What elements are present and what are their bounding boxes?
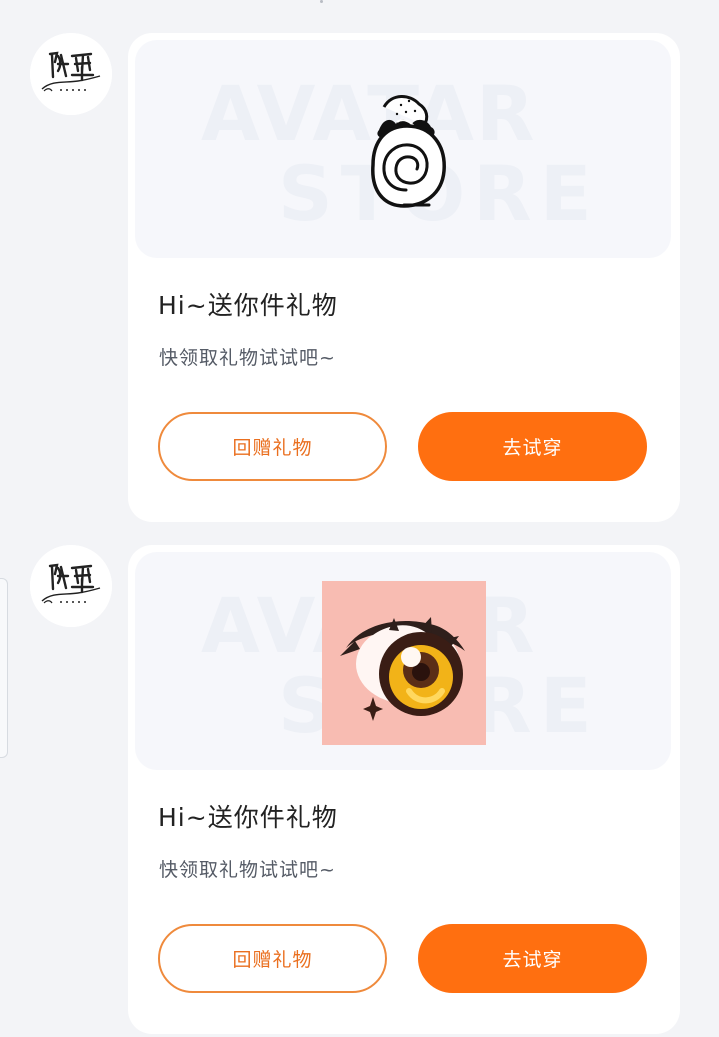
- gift-subtitle: 快领取礼物试试吧~: [159, 347, 336, 369]
- anime-eye-icon: [322, 581, 486, 745]
- try-on-button[interactable]: 去试穿: [418, 924, 647, 993]
- gift-subtitle: 快领取礼物试试吧~: [159, 859, 336, 881]
- gift-preview-area[interactable]: AVATAR STORE: [135, 552, 671, 770]
- gift-item-image: [349, 87, 461, 215]
- sender-avatar[interactable]: [30, 545, 112, 627]
- top-indicator-dot: [320, 0, 323, 3]
- side-edge-handle[interactable]: [0, 578, 8, 758]
- gift-message-page: AVATAR STORE Hi~送你件礼物 快领取礼物试试吧~ 回赠礼物 去试穿…: [0, 0, 719, 1037]
- gift-title: Hi~送你件礼物: [158, 803, 338, 832]
- gift-card: AVATAR STORE Hi~送你件礼物 快领取礼物试试吧~ 回赠礼物 去试穿: [128, 33, 680, 522]
- calligraphy-avatar-icon: [30, 33, 112, 115]
- snail-shell-hat-icon: [371, 95, 446, 208]
- sender-avatar[interactable]: [30, 33, 112, 115]
- gift-card: AVATAR STORE: [128, 545, 680, 1034]
- gift-title: Hi~送你件礼物: [158, 291, 338, 320]
- try-on-button[interactable]: 去试穿: [418, 412, 647, 481]
- calligraphy-avatar-icon: [30, 545, 112, 627]
- gift-preview-area[interactable]: AVATAR STORE: [135, 40, 671, 258]
- gift-back-button[interactable]: 回赠礼物: [158, 924, 387, 993]
- gift-back-button[interactable]: 回赠礼物: [158, 412, 387, 481]
- gift-item-image: [322, 581, 486, 745]
